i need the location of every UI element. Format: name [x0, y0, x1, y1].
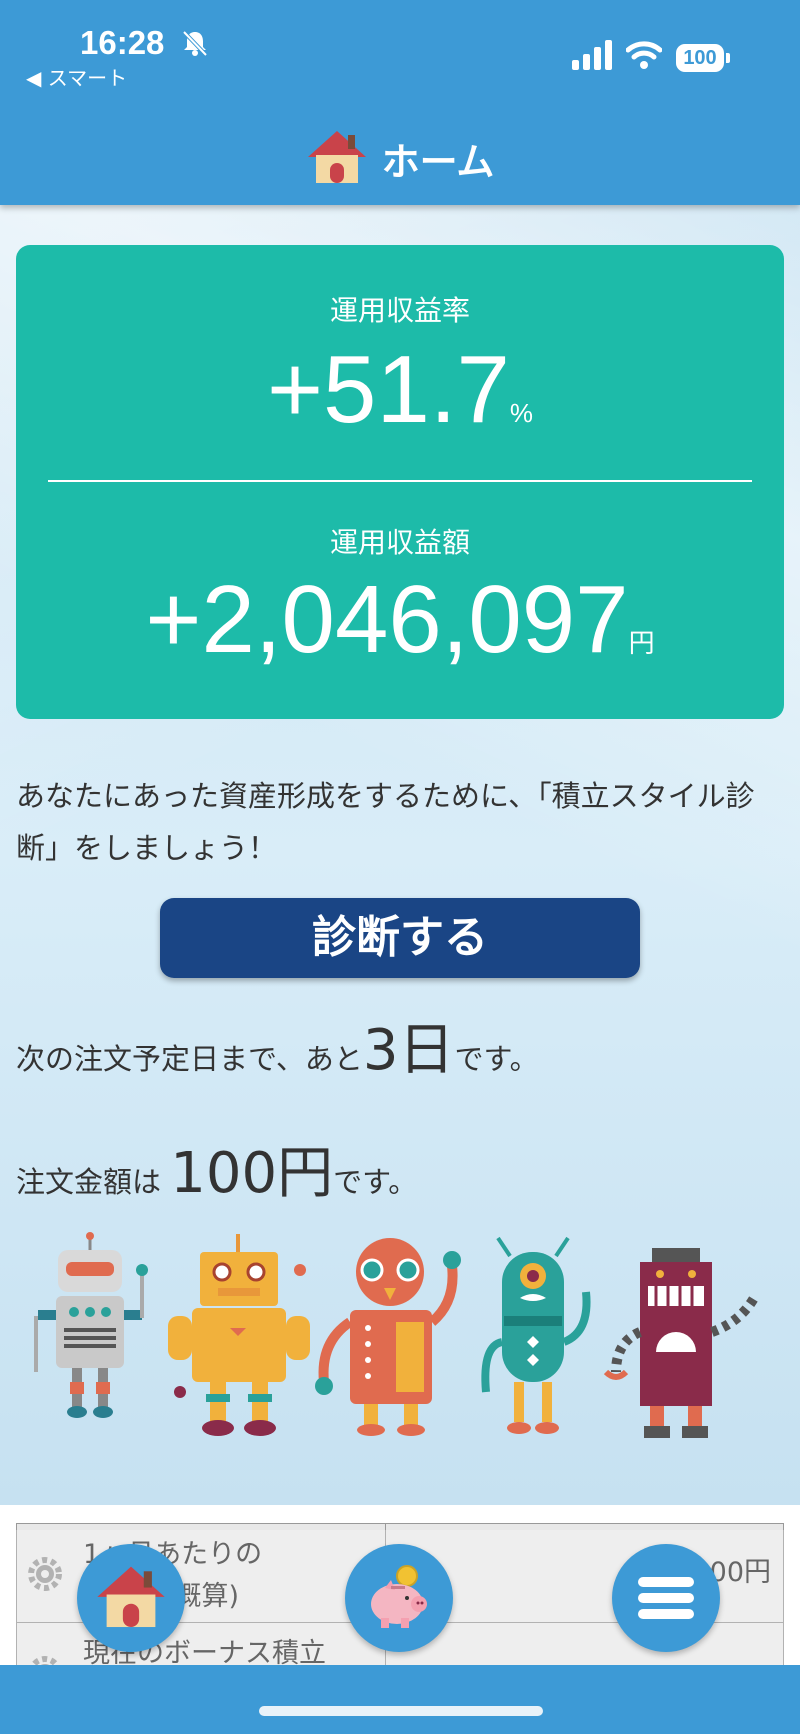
- tab-home-button[interactable]: [77, 1544, 185, 1652]
- piggy-bank-icon: [371, 1565, 427, 1628]
- robot-grey-icon: [34, 1232, 148, 1418]
- bell-off-icon: [182, 30, 208, 57]
- page-title: ホーム: [381, 139, 495, 184]
- tab-savings-button[interactable]: [345, 1544, 453, 1652]
- robot-purple-icon: [603, 1248, 759, 1438]
- tab-menu-button[interactable]: [612, 1544, 720, 1652]
- app-header: 16:28 ◀ スマート 100 ホーム: [0, 0, 800, 205]
- diagnosis-prompt: あなたにあった資産形成をするために、「積立スタイル診断」をしましょう！: [16, 779, 755, 865]
- order-amount-value: 100円: [170, 1141, 334, 1206]
- next-order-info: 次の注文予定日まで、あと3日です。: [16, 1018, 539, 1083]
- battery-level: 100: [676, 44, 724, 72]
- return-rate-unit: %: [509, 398, 534, 428]
- house-icon: [97, 1566, 165, 1628]
- house-icon: [307, 131, 366, 183]
- robot-yellow-icon: [168, 1234, 310, 1436]
- card-divider: [48, 480, 752, 482]
- return-amount-value: +2,046,097円: [145, 566, 655, 673]
- return-amount-unit: 円: [628, 628, 655, 658]
- return-rate-label: 運用収益率: [329, 294, 470, 327]
- order-amount-info: 注文金額は 100円です。: [16, 1141, 418, 1206]
- robot-red-icon: [315, 1238, 461, 1436]
- bottom-bar: [0, 1665, 800, 1734]
- home-indicator[interactable]: [259, 1706, 543, 1716]
- robots-illustration: [34, 1232, 759, 1438]
- return-rate-value: +51.7%: [266, 336, 534, 443]
- robot-teal-icon: [481, 1236, 591, 1434]
- battery-indicator: 100: [676, 44, 732, 72]
- diagnose-button[interactable]: 診断する: [160, 898, 640, 978]
- days-remaining: 3日: [362, 1018, 455, 1083]
- back-to-app-link[interactable]: ◀ スマート: [26, 62, 127, 91]
- return-amount-label: 運用収益額: [329, 526, 470, 559]
- menu-icon: [638, 1577, 694, 1619]
- cell-signal-icon: [572, 40, 612, 70]
- status-time: 16:28: [80, 24, 165, 61]
- return-summary-card: 運用収益率 +51.7% 運用収益額 +2,046,097円: [16, 245, 784, 719]
- wifi-icon: [626, 41, 662, 69]
